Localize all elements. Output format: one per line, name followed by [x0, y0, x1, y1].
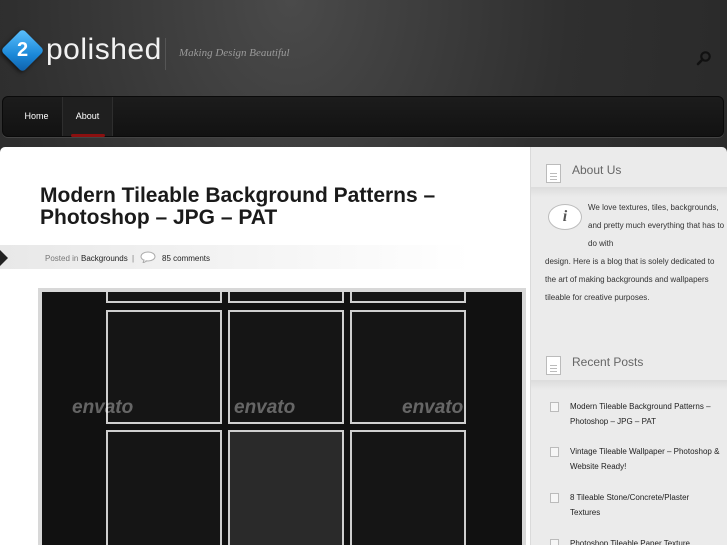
logo-number[interactable]: 2 [7, 35, 38, 66]
recent-posts-widget-icon [546, 356, 561, 375]
recent-posts-title: Recent Posts [572, 355, 644, 369]
sidebar: About Us i We love textures, tiles, back… [530, 147, 727, 545]
watermark-text: envato [234, 397, 296, 418]
meta-separator: | [132, 254, 135, 263]
active-nav-indicator [71, 134, 105, 137]
category-link[interactable]: Backgrounds [81, 254, 128, 263]
post-bullet-icon [550, 402, 559, 412]
logo-text[interactable]: polished [46, 33, 162, 67]
pattern-tile [106, 430, 222, 545]
comment-bubble-icon [140, 251, 156, 263]
widget-divider [531, 380, 727, 390]
recent-post-link[interactable]: 8 Tileable Stone/Concrete/Plaster Textur… [570, 490, 720, 520]
nav-item-about[interactable]: About [63, 97, 113, 136]
pattern-tile [228, 292, 344, 303]
main-content: Modern Tileable Background Patterns – Ph… [0, 147, 530, 545]
pattern-tile [106, 292, 222, 303]
site-header: 2 polished Making Design Beautiful [0, 0, 727, 95]
recent-post-link[interactable]: Photoshop Tileable Paper Texture [570, 536, 720, 545]
post-bullet-icon [550, 539, 559, 545]
about-text-continued: design. Here is a blog that is solely de… [545, 257, 715, 302]
post-title[interactable]: Modern Tileable Background Patterns – Ph… [40, 185, 510, 229]
recent-post-link[interactable]: Modern Tileable Background Patterns – Ph… [570, 399, 720, 429]
recent-post-link[interactable]: Vintage Tileable Wallpaper – Photoshop &… [570, 444, 720, 474]
info-bubble-icon: i [548, 204, 582, 230]
post-bullet-icon [550, 447, 559, 457]
watermark-text: envato [402, 397, 464, 418]
about-widget-icon [546, 164, 561, 183]
main-nav: Home About [2, 96, 724, 137]
pattern-tile [350, 430, 466, 545]
about-widget-title: About Us [572, 163, 622, 177]
post-featured-image[interactable]: envato envato envato [38, 288, 526, 545]
pattern-tile [350, 292, 466, 303]
watermark-text: envato [72, 397, 134, 418]
posted-in-label: Posted in [45, 254, 79, 263]
nav-item-home[interactable]: Home [11, 97, 63, 136]
logo-divider [165, 38, 166, 70]
widget-divider [531, 187, 727, 197]
meta-arrow-icon [0, 250, 8, 266]
pattern-tile [228, 430, 344, 545]
search-icon[interactable] [696, 50, 712, 66]
comments-link[interactable]: 85 comments [162, 254, 210, 263]
post-bullet-icon [550, 493, 559, 503]
about-text: We love textures, tiles, backgrounds, an… [588, 203, 725, 248]
site-tagline: Making Design Beautiful [179, 47, 290, 59]
